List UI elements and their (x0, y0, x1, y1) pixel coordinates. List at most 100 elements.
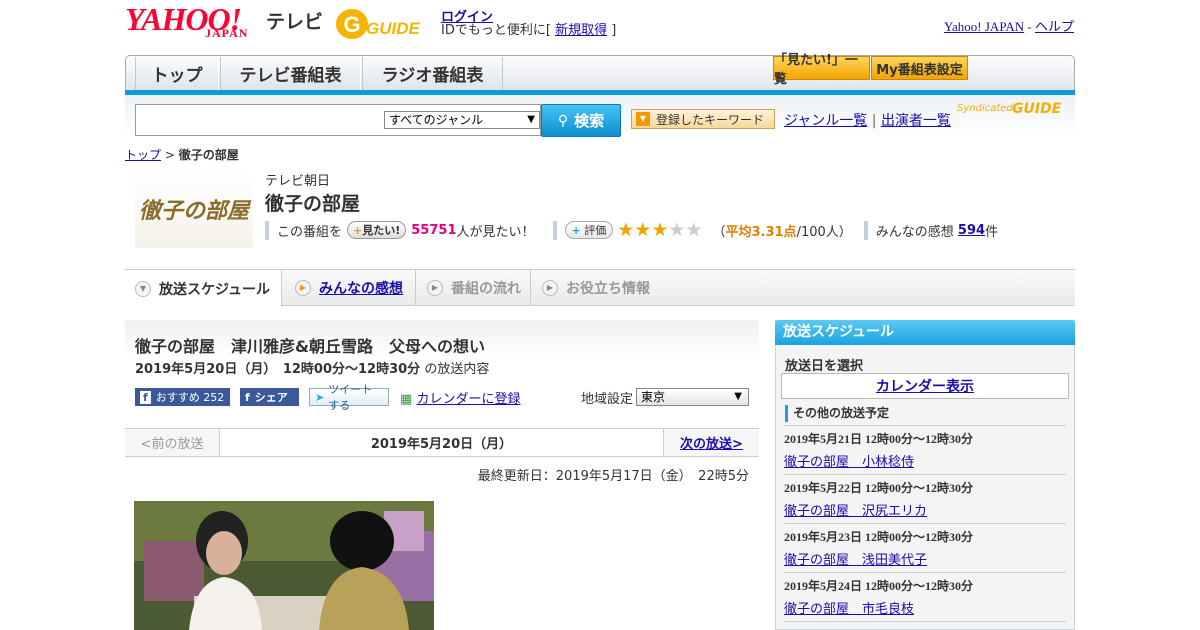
breadcrumb-sep: > (164, 148, 175, 162)
facebook-share-button[interactable]: f シェア (240, 388, 299, 406)
impressions-suffix: 件 (985, 224, 999, 240)
tab-broadcast-schedule[interactable]: ▼ 放送スケジュール (125, 270, 282, 307)
rating-button[interactable]: + 評価 (564, 221, 614, 239)
gguide-logo[interactable]: G GUIDE (334, 6, 432, 42)
tab-top[interactable]: トップ (135, 57, 219, 90)
facebook-icon: f (140, 390, 151, 404)
impressions-count-link[interactable]: 594 (958, 223, 985, 238)
tv-logo-label: テレビ (266, 11, 324, 33)
calendar-register-link[interactable]: カレンダーに登録 (416, 392, 520, 407)
chevron-down-icon: ▼ (734, 391, 742, 402)
episode-date-value: 2019年5月20日（月） 12時00分～12時30分 (135, 362, 421, 377)
divider (552, 220, 557, 240)
list-item: 2019年5月23日 12時00分～12時30分 徹子の部屋 浅田美代子 (784, 523, 1066, 568)
genre-select[interactable]: すべてのジャンル ▼ (384, 111, 540, 129)
play-icon: ▶ (427, 280, 443, 296)
next-broadcast-link[interactable]: 次の放送> (663, 429, 759, 456)
episode-date: 2019年5月20日（月） 12時00分～12時30分 の放送内容 (135, 358, 489, 377)
syndicated-gguide-logo: GUIDE (1012, 101, 1062, 117)
star-icon: ★ (651, 219, 669, 241)
gguide-logo-text: GUIDE (366, 19, 421, 38)
tab-label: 放送スケジュール (159, 281, 271, 298)
genre-select-value: すべてのジャンル (389, 113, 484, 127)
calendar-register[interactable]: ▦ カレンダーに登録 (400, 388, 520, 407)
login-sub: IDでもっと便利に[ 新規取得 ] (441, 19, 616, 38)
signup-link[interactable]: 新規取得 (555, 23, 607, 38)
breadcrumb: トップ > 徹子の部屋 (125, 146, 239, 163)
want-button[interactable]: +見たい! (347, 221, 407, 239)
star-icon: ★ (685, 219, 703, 241)
star-icon: ★ (668, 219, 686, 241)
twitter-bird-icon: ➤ (315, 390, 325, 404)
rating-stars: ★★★★★ (617, 219, 702, 241)
login-sub-suffix: ] (611, 23, 617, 38)
play-icon: ▶ (295, 280, 311, 296)
tweet-label: ツイートする (328, 383, 373, 412)
broadcast-title-link[interactable]: 徹子の部屋 小林稔侍 (784, 455, 914, 470)
breadcrumb-top-link[interactable]: トップ (125, 148, 161, 162)
my-schedule-button[interactable]: My番組表設定 (871, 56, 968, 80)
calendar-add-icon: ▦ (400, 392, 413, 407)
tab-impressions[interactable]: ▶ みんなの感想 (283, 270, 416, 306)
sidebar-select-label: 放送日を選択 (785, 359, 864, 374)
tab-useful-info: ▶ お役立ち情報 (532, 270, 672, 306)
rating-button-label: 評価 (584, 224, 607, 237)
performer-list-link[interactable]: 出演者一覧 (881, 113, 951, 129)
list-item: 2019年5月22日 12時00分～12時30分 徹子の部屋 沢尻エリカ (784, 474, 1066, 519)
yahoo-japan-sublogo: JAPAN (205, 26, 249, 40)
triangle-down-icon: ▼ (636, 112, 650, 126)
pager-current-date: 2019年5月20日（月） (220, 429, 663, 456)
region-select-value: 東京 (641, 390, 666, 404)
genre-list-link[interactable]: ジャンル一覧 (784, 113, 867, 129)
divider (265, 220, 269, 240)
episode-title: 徹子の部屋 津川雅彦&朝丘雪路 父母への想い (135, 337, 485, 356)
fb-share-label: シェア (254, 391, 288, 404)
star-icon: ★ (617, 219, 635, 241)
registered-keywords-button[interactable]: ▼ 登録したキーワード (631, 109, 775, 129)
rating-people: /100人） (796, 224, 852, 240)
facebook-recommend-button[interactable]: f おすすめ 252 (135, 388, 230, 406)
mitai-list-button[interactable]: 「見たい!」一覧 (773, 53, 870, 87)
tweet-button[interactable]: ➤ ツイートする (309, 383, 389, 412)
calendar-view-button[interactable]: カレンダー表示 (781, 373, 1069, 399)
chevron-down-icon: ▼ (135, 280, 151, 297)
want-button-label: 見たい! (362, 224, 401, 237)
header-sep: - (1027, 19, 1032, 34)
broadcast-title-link[interactable]: 徹子の部屋 市毛良枝 (784, 602, 914, 617)
list-divider (784, 621, 1066, 622)
header-links: Yahoo! JAPAN - ヘルプ (944, 16, 1074, 35)
prev-broadcast: <前の放送 (125, 429, 220, 456)
star-icon: ★ (634, 219, 652, 241)
broadcast-title-link[interactable]: 徹子の部屋 浅田美代子 (784, 553, 927, 568)
tab-program-flow: ▶ 番組の流れ (417, 270, 531, 306)
episode-photo (134, 501, 434, 630)
search-button[interactable]: ⚲ 検索 (541, 104, 621, 137)
divider (863, 220, 868, 240)
tab-label: お役立ち情報 (566, 281, 650, 297)
want-suffix: 人が見たい！ (456, 224, 535, 240)
want-prefix: この番組を (277, 224, 343, 240)
search-icon: ⚲ (557, 112, 569, 129)
help-link[interactable]: ヘルプ (1035, 19, 1074, 34)
fb-recommend-count: 252 (203, 390, 225, 404)
program-logo-image: 徹子の部屋 (135, 170, 253, 248)
rating-open: （ (712, 224, 726, 240)
sidebar-heading: 放送スケジュール (775, 320, 1075, 345)
svg-text:G: G (343, 12, 360, 37)
region-select[interactable]: 東京 ▼ (636, 388, 749, 406)
tab-radio-schedule[interactable]: ラジオ番組表 (362, 57, 503, 90)
broadcast-date: 2019年5月24日 12時00分～12時30分 (784, 579, 974, 593)
chevron-down-icon: ▼ (527, 114, 535, 125)
tab-tv-schedule[interactable]: テレビ番組表 (220, 57, 361, 90)
list-item: 2019年5月21日 12時00分～12時30分 徹子の部屋 小林稔侍 (784, 425, 1066, 470)
episode-date-suffix: の放送内容 (424, 362, 490, 377)
plus-icon: + (353, 224, 363, 237)
registered-keywords-label: 登録したキーワード (656, 112, 765, 127)
broadcast-date: 2019年5月22日 12時00分～12時30分 (784, 481, 974, 495)
links-pipe: | (871, 113, 877, 129)
broadcast-title-link[interactable]: 徹子の部屋 沢尻エリカ (784, 504, 927, 519)
impressions-prefix: みんなの感想 (875, 224, 954, 240)
broadcast-date: 2019年5月21日 12時00分～12時30分 (784, 432, 974, 446)
yahoo-japan-link[interactable]: Yahoo! JAPAN (944, 19, 1024, 34)
syndicated-label: Syndicated (957, 103, 1013, 114)
